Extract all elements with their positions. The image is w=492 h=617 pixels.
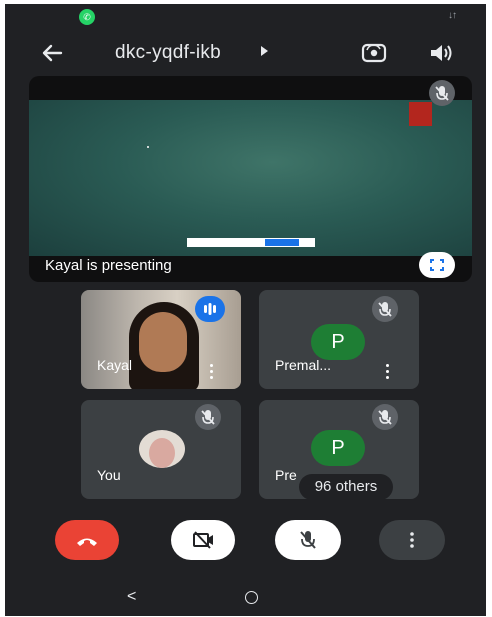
mic-off-icon	[378, 410, 392, 425]
participant-name: Premal...	[275, 357, 332, 373]
phone-screen: ✆ ↓↑ dkc-yqdf-ikb Kayal is presenting Ka…	[5, 4, 486, 616]
camera-off-icon	[193, 531, 213, 549]
call-controls	[5, 520, 486, 570]
participant-tile-others[interactable]: P Pre 96 others	[259, 400, 419, 499]
participant-menu-button[interactable]	[383, 364, 391, 384]
participant-mute-badge	[372, 404, 398, 430]
speaker-button[interactable]	[427, 40, 455, 66]
end-call-icon	[77, 538, 97, 546]
participant-name: Kayal	[97, 357, 133, 373]
stop-sharing-indicator	[265, 239, 299, 246]
status-bar: ✆ ↓↑	[5, 4, 486, 28]
participant-tile-premal[interactable]: P Premal...	[259, 290, 419, 389]
top-bar: dkc-yqdf-ikb	[5, 30, 486, 76]
participant-name: You	[97, 467, 121, 483]
sharing-notification-bar	[187, 238, 315, 247]
end-call-button[interactable]	[55, 520, 119, 560]
back-button[interactable]	[37, 38, 67, 68]
meeting-info-arrow-icon[interactable]	[261, 46, 268, 56]
mic-off-icon	[300, 531, 316, 549]
camera-toggle-button[interactable]	[171, 520, 235, 560]
presentation-tile[interactable]: Kayal is presenting	[29, 76, 472, 282]
presenter-mute-badge	[429, 80, 455, 106]
presenting-label: Kayal is presenting	[45, 257, 172, 274]
shared-screen	[29, 100, 472, 256]
others-count-chip[interactable]: 96 others	[299, 474, 393, 499]
participant-tile-you[interactable]: You	[81, 400, 241, 499]
more-vertical-icon	[410, 532, 414, 548]
mic-toggle-button[interactable]	[275, 520, 341, 560]
mic-off-icon	[201, 410, 215, 425]
speaking-icon	[204, 303, 216, 315]
speaker-icon	[431, 45, 452, 61]
camera-flip-button[interactable]	[360, 40, 388, 66]
participant-tile-kayal[interactable]: Kayal	[81, 290, 241, 389]
mic-off-icon	[378, 302, 392, 317]
participant-menu-button[interactable]	[207, 364, 215, 384]
participant-name: Pre	[275, 467, 297, 483]
meeting-code[interactable]: dkc-yqdf-ikb	[115, 42, 221, 64]
android-nav-bar: <	[5, 580, 486, 616]
more-options-button[interactable]	[379, 520, 445, 560]
participant-mute-badge	[195, 404, 221, 430]
nav-back-button[interactable]: <	[127, 588, 136, 606]
network-activity-icon: ↓↑	[448, 10, 457, 21]
mic-off-icon	[435, 86, 449, 101]
shared-screen-cursor	[147, 146, 149, 148]
avatar	[139, 430, 185, 468]
participant-video-face	[139, 312, 187, 372]
fullscreen-button[interactable]	[419, 252, 455, 278]
avatar: P	[311, 324, 365, 360]
speaking-indicator	[195, 296, 225, 322]
nav-home-button[interactable]	[245, 591, 258, 604]
arrow-left-icon	[42, 44, 63, 62]
camera-flip-icon	[361, 43, 387, 63]
avatar: P	[311, 430, 365, 466]
whatsapp-notification-icon: ✆	[79, 9, 95, 25]
participant-mute-badge	[372, 296, 398, 322]
fullscreen-icon	[430, 259, 444, 271]
